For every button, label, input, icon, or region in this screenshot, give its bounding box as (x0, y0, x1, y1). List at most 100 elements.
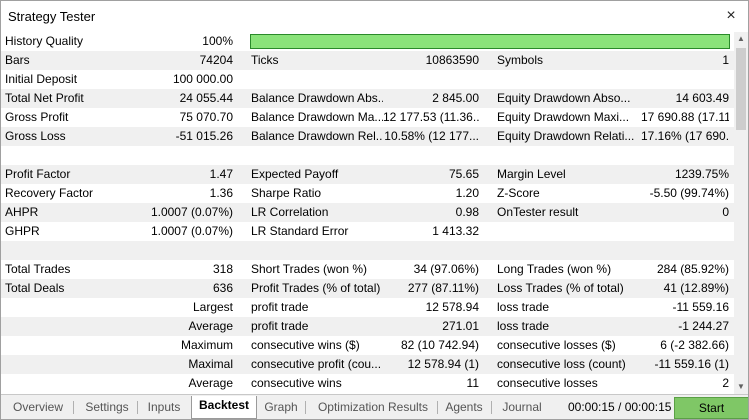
metric2-label: Margin Level (497, 167, 566, 181)
tab-backtest[interactable]: Backtest (191, 396, 257, 419)
close-icon[interactable]: × (720, 5, 742, 27)
tab-overview[interactable]: Overview (5, 398, 71, 417)
tab-agents[interactable]: Agents (439, 398, 489, 417)
metric-label: Short Trades (won %) (251, 262, 368, 276)
metric2-value: 284 (85.92%) (656, 262, 729, 276)
report-row: Total Deals 636 Profit Trades (% of total)… (1, 279, 734, 298)
metric2-value: 6 (-2 382.66) (660, 338, 729, 352)
tab-separator (491, 401, 492, 414)
metric2-label: Equity Drawdown Maxi... (497, 110, 630, 124)
tab-separator (73, 401, 74, 414)
row-label (5, 146, 115, 165)
report-row: Average profit trade 271.01 loss trade -1 24… (1, 317, 734, 336)
metric-value: 12 578.94 (425, 300, 479, 314)
metric-value: 10863590 (425, 53, 479, 67)
report-row (1, 146, 734, 165)
metric-value: 11 (466, 376, 479, 390)
row-value: 75 070.70 (179, 110, 233, 124)
tab-separator (305, 401, 306, 414)
metric-label: Balance Drawdown Rel... (251, 129, 383, 143)
scroll-up-icon[interactable]: ▲ (734, 32, 748, 46)
metric-value: 75.65 (448, 167, 479, 181)
window-title: Strategy Tester (8, 9, 96, 24)
metric2-label: Symbols (497, 53, 544, 67)
metric-value (383, 146, 479, 165)
row-value: 74204 (199, 53, 233, 67)
metric2-value: -1 244.27 (678, 319, 729, 333)
tab-settings[interactable]: Settings (79, 398, 135, 417)
row-label: Total Deals (5, 281, 65, 295)
row-value: 24 055.44 (179, 91, 233, 105)
report-row: Average consecutive wins 11 consecutive los… (1, 374, 734, 393)
tab-inputs[interactable]: Inputs (141, 398, 187, 417)
metric2-label: OnTester result (497, 205, 579, 219)
metric2-value: 14 603.49 (675, 91, 729, 105)
row-value (115, 146, 233, 165)
metric-label: Balance Drawdown Abs... (251, 91, 383, 105)
metric2-label (497, 70, 641, 89)
tab-journal[interactable]: Journal (495, 398, 549, 417)
metric2-label: Z-Score (497, 186, 540, 200)
metric2-value: -11 559.16 (1) (654, 357, 730, 371)
row-label: Total Net Profit (5, 91, 84, 105)
row-value: -51 015.26 (175, 129, 233, 143)
report-row: Gross Loss -51 015.26 Balance Drawdown Rel… (1, 127, 734, 146)
metric-label: Balance Drawdown Ma... (251, 110, 383, 124)
backtest-report: History Quality 100% Bars 74204 Ticks 10863… (1, 32, 734, 394)
metric2-value: -5.50 (99.74%) (649, 186, 729, 200)
row-label: Gross Loss (5, 129, 66, 143)
row-label (5, 336, 115, 355)
metric2-label (497, 222, 641, 241)
report-row: Gross Profit 75 070.70 Balance Drawdown Ma… (1, 108, 734, 127)
metric2-value: 17.16% (17 690... (641, 129, 729, 143)
report-row: Maximum consecutive wins ($) 82 (10 742.94… (1, 336, 734, 355)
metric-value (383, 241, 479, 260)
metric-value: 34 (97.06%) (413, 262, 479, 276)
metric-label: Profit Trades (% of total) (251, 281, 381, 295)
row-value: 318 (212, 262, 233, 276)
report-row: GHPR 1.0007 (0.07%) LR Standard Error 1 413… (1, 222, 734, 241)
tab-separator (437, 401, 438, 414)
metric-label (251, 241, 383, 260)
report-row: Total Net Profit 24 055.44 Balance Drawdow… (1, 89, 734, 108)
report-row: Recovery Factor 1.36 Sharpe Ratio 1.20 Z-Sco… (1, 184, 734, 203)
title-bar: Strategy Tester × (1, 1, 748, 32)
metric-value: 82 (10 742.94) (400, 338, 479, 352)
metric2-value (641, 222, 729, 241)
metric-label: Ticks (251, 53, 279, 67)
metric-value: 1 413.32 (432, 224, 479, 238)
metric2-value (641, 146, 729, 165)
metric-label (251, 70, 383, 89)
row-label: Recovery Factor (5, 186, 94, 200)
history-quality-bar (250, 34, 730, 49)
metric2-value: 41 (12.89%) (663, 281, 729, 295)
metric-value: 0.98 (455, 205, 479, 219)
metric2-label: Loss Trades (% of total) (497, 281, 624, 295)
row-value: 1.47 (209, 167, 233, 181)
row-label (5, 241, 115, 260)
tab-graph[interactable]: Graph (259, 398, 303, 417)
report-row: Total Trades 318 Short Trades (won %) 34 (9… (1, 260, 734, 279)
metric2-label: loss trade (497, 300, 550, 314)
metric2-label: Equity Drawdown Relati... (497, 129, 635, 143)
metric2-value: 0 (722, 205, 729, 219)
row-label: GHPR (5, 224, 40, 238)
row-value: 1.36 (209, 186, 233, 200)
row-label (5, 355, 115, 374)
row-label: Profit Factor (5, 167, 71, 181)
metric-label: consecutive profit (cou... (251, 357, 382, 371)
vertical-scrollbar[interactable]: ▲ ▼ (734, 32, 748, 394)
row-value: Maximal (188, 357, 233, 371)
tab-optimization-results[interactable]: Optimization Results (311, 398, 435, 417)
report-row: Maximal consecutive profit (cou... 12 578.… (1, 355, 734, 374)
scroll-thumb[interactable] (736, 48, 746, 130)
metric-label: consecutive wins ($) (251, 338, 360, 352)
metric-value: 12 177.53 (11.36... (383, 110, 479, 124)
tab-separator (137, 401, 138, 414)
metric2-label: loss trade (497, 319, 550, 333)
row-value: 1.0007 (0.07%) (150, 224, 233, 238)
start-button[interactable]: Start (674, 397, 748, 419)
row-label (5, 317, 115, 336)
scroll-down-icon[interactable]: ▼ (734, 380, 748, 394)
history-quality-value: 100% (202, 34, 233, 48)
